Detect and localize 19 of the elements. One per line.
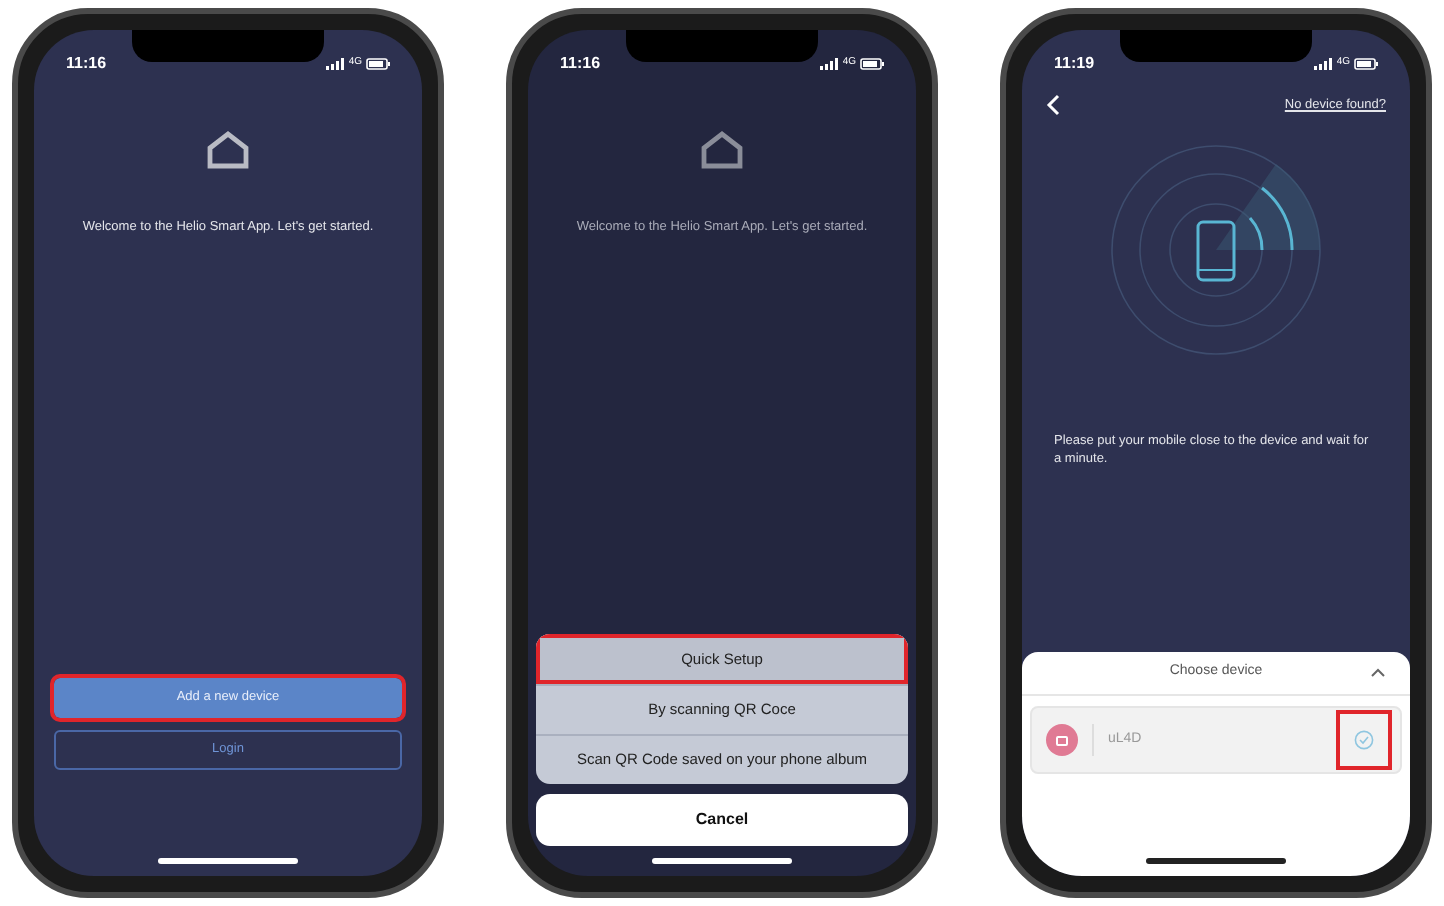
home-indicator	[158, 858, 298, 864]
signal-icon	[326, 57, 345, 69]
battery-icon	[366, 57, 390, 69]
signal-icon	[820, 57, 839, 69]
house-icon	[206, 130, 250, 170]
home-indicator	[1146, 858, 1286, 864]
battery-icon	[1354, 57, 1378, 69]
status-time: 11:19	[1054, 51, 1095, 75]
device-icon	[1046, 724, 1078, 756]
cancel-button[interactable]: Cancel	[536, 794, 908, 846]
home-indicator	[652, 858, 792, 864]
collapse-icon[interactable]	[1370, 668, 1386, 678]
check-circle-icon[interactable]	[1354, 730, 1374, 750]
signal-icon	[1314, 57, 1333, 69]
battery-icon	[860, 57, 884, 69]
back-icon[interactable]	[1046, 94, 1060, 116]
status-time: 11:16	[66, 51, 107, 75]
status-time: 11:16	[560, 51, 601, 75]
house-icon	[700, 130, 744, 170]
